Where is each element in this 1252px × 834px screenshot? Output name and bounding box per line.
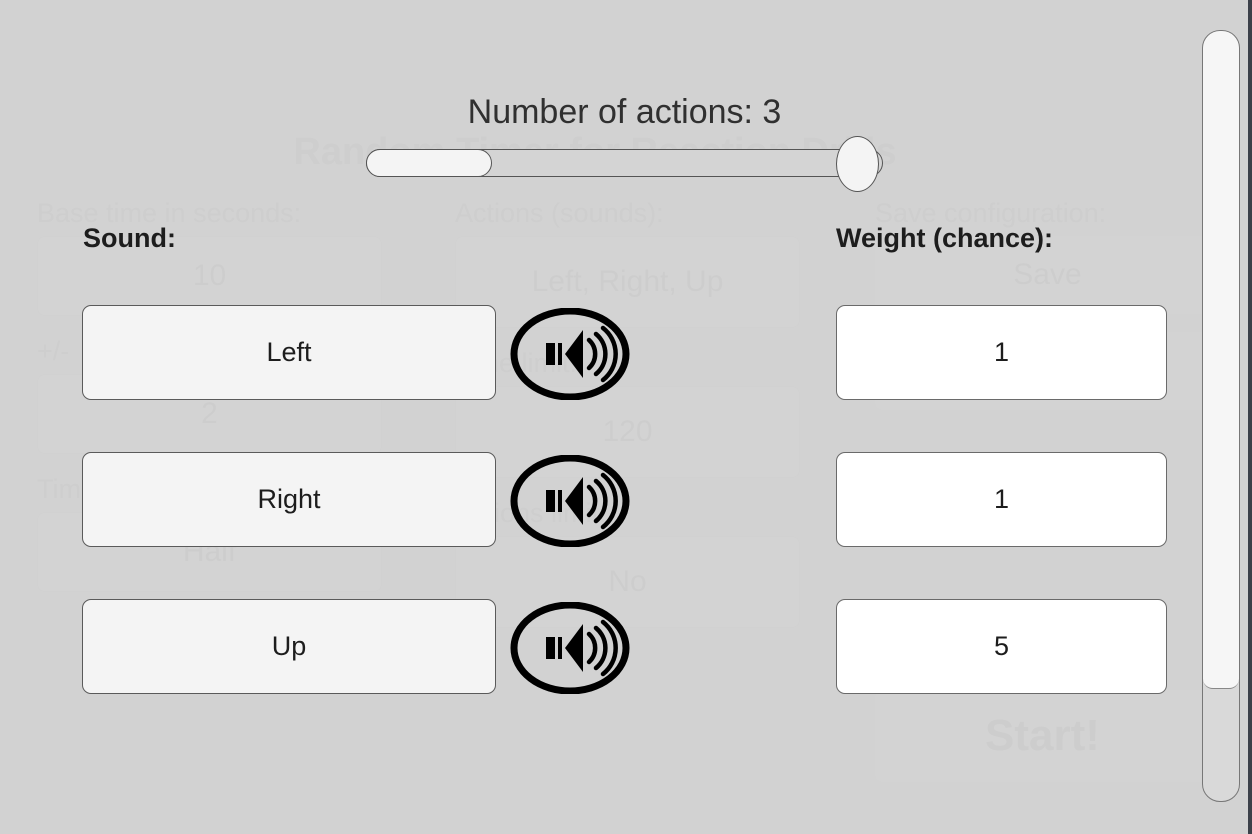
- number-of-actions-slider[interactable]: [366, 136, 883, 192]
- number-of-actions-label: Number of actions: 3: [467, 93, 782, 131]
- actions-weight-dialog: Number of actions: 3 Sound: Weight (chan…: [0, 0, 1252, 834]
- sound-button-right[interactable]: Right: [82, 452, 496, 547]
- weight-column-header: Weight (chance):: [836, 223, 1054, 253]
- slider-fill: [366, 149, 492, 177]
- weight-input-left[interactable]: [836, 305, 1167, 400]
- weight-input-up[interactable]: [836, 599, 1167, 694]
- play-sound-button-left[interactable]: [508, 308, 632, 400]
- speaker-icon: [510, 455, 630, 547]
- sound-column-header: Sound:: [83, 223, 176, 253]
- vertical-scrollbar[interactable]: [1202, 30, 1240, 802]
- sound-button-left[interactable]: Left: [82, 305, 496, 400]
- play-sound-button-right[interactable]: [508, 455, 632, 547]
- window-edge: [1248, 0, 1252, 834]
- sound-button-up[interactable]: Up: [82, 599, 496, 694]
- speaker-icon: [510, 602, 630, 694]
- scrollbar-thumb[interactable]: [1203, 31, 1239, 689]
- play-sound-button-up[interactable]: [508, 602, 632, 694]
- speaker-icon: [510, 308, 630, 400]
- weight-input-right[interactable]: [836, 452, 1167, 547]
- slider-thumb[interactable]: [836, 136, 879, 192]
